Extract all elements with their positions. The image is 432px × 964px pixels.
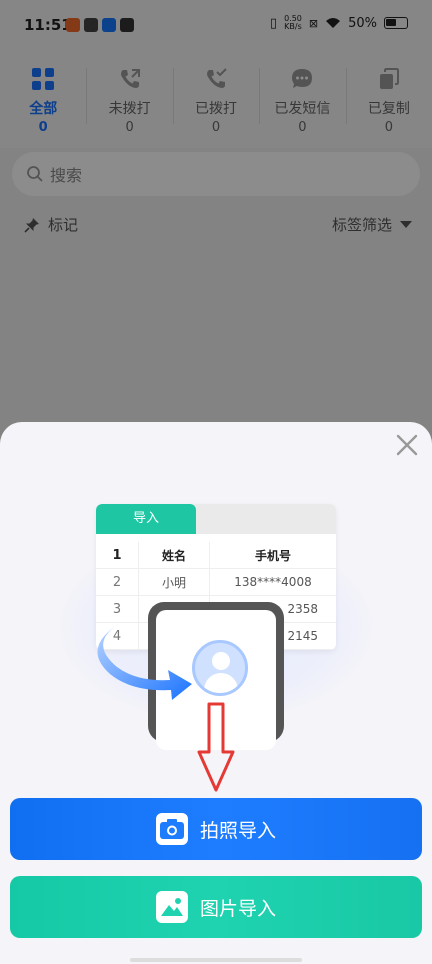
column-header-phone: 手机号 xyxy=(254,548,291,563)
table-row: 2 小明 138****4008 xyxy=(96,569,336,596)
name-cell: 小明 xyxy=(138,569,210,595)
image-import-button[interactable]: 图片导入 xyxy=(10,876,422,938)
import-bottom-sheet: 导入 1 姓名 手机号 2 小明 138****4008 3 2358 4 21… xyxy=(0,422,432,964)
phone-cell: 138****4008 xyxy=(234,575,312,589)
home-indicator[interactable] xyxy=(130,958,302,962)
spreadsheet-tab: 导入 xyxy=(96,504,196,534)
spreadsheet-tabbar: 导入 xyxy=(96,504,336,534)
row-index: 1 xyxy=(112,547,122,563)
import-illustration: 导入 1 姓名 手机号 2 小明 138****4008 3 2358 4 21… xyxy=(0,422,432,792)
photo-import-label: 拍照导入 xyxy=(199,819,276,842)
camera-icon xyxy=(155,813,188,845)
down-arrow-icon xyxy=(197,702,235,792)
image-icon xyxy=(155,891,188,923)
column-header-name: 姓名 xyxy=(138,542,210,568)
image-import-label: 图片导入 xyxy=(199,897,276,920)
table-row: 1 姓名 手机号 xyxy=(96,542,336,569)
row-index: 2 xyxy=(112,574,122,590)
photo-import-button[interactable]: 拍照导入 xyxy=(10,798,422,860)
import-arrow-icon xyxy=(97,622,192,700)
